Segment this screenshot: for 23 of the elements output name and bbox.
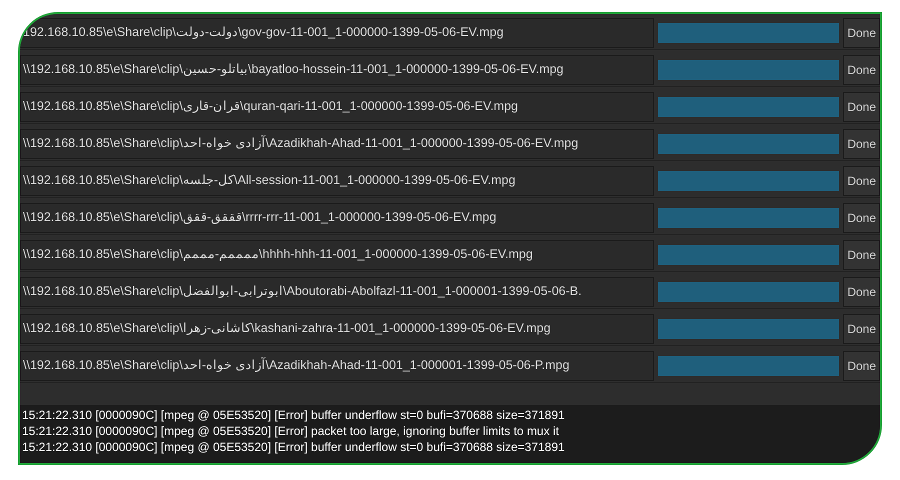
file-path-field[interactable]: \\192.168.10.85\e\Share\clip\ممممم-مممم\hhhh-hhh-11-001_1-000000-1399-05-06-EV.mpg [20,240,654,270]
log-line: 15:21:22.310 [0000090C] [mpeg @ 05E53520] [Error] packet too large, ignoring buffer limits to mux it [22,423,560,439]
log-line: 15:21:22.310 [0000090C] [mpeg @ 05E53520] [Error] buffer underflow st=0 bufi=370688 size=371891 [22,407,566,423]
done-button[interactable]: Done [843,350,880,380]
file-path-field[interactable]: \\192.168.10.85\e\Share\clip\کاشانی-زهرا\kashani-zahra-11-001_1-000000-1399-05-06-EV.mpg [20,314,654,344]
log-line: 15:21:22.310 [0000090C] [mpeg @ 05E53520] [Error] buffer underflow st=0 bufi=370688 size=371891 [22,439,566,455]
done-button[interactable]: Done [843,166,880,196]
file-path-field[interactable]: \\192.168.10.85\e\Share\clip\کل-جلسه\All-session-11-001_1-000000-1399-05-06-EV.mpg [20,166,654,196]
file-path-field[interactable]: \\192.168.10.85\e\Share\clip\آزادی خواه-احد\Azadikhah-Ahad-11-001_1-000000-1399-05-06-EV.mpg [20,128,654,158]
file-path-field[interactable]: \\192.168.10.85\e\Share\clip\ابوترابی-ابوالفضل\Aboutorabi-Abolfazl-11-001_1-000001-1399-05-06-B. [20,276,654,306]
done-button[interactable]: Done [843,18,880,48]
done-button[interactable]: Done [843,202,880,232]
done-button[interactable]: Done [843,276,880,306]
done-button[interactable]: Done [843,314,880,344]
file-path-field[interactable]: \\192.168.10.85\e\Share\clip\بیاتلو-حسین\bayatloo-hossein-11-001_1-000000-1399-05-06-EV.mpg [20,54,654,84]
done-button[interactable]: Done [843,54,880,84]
file-path-field[interactable]: \\192.168.10.85\e\Share\clip\آزادی خواه-احد\Azadikhah-Ahad-11-001_1-000001-1399-05-06-P.mpg [20,350,654,380]
done-button[interactable]: Done [843,92,880,122]
file-path-field[interactable]: \\192.168.10.85\e\Share\clip\قققق-ققق\rrrr-rrr-11-001_1-000000-1399-05-06-EV.mpg [20,202,654,232]
file-path-field[interactable]: \\192.168.10.85\e\Share\clip\قران-قاری\quran-qari-11-001_1-000000-1399-05-06-EV.mpg [20,92,654,122]
file-path-field[interactable]: 192.168.10.85\e\Share\clip\دولت-دولت\gov-gov-11-001_1-000000-1399-05-06-EV.mpg [20,18,654,48]
done-button[interactable]: Done [843,128,880,158]
done-button[interactable]: Done [843,240,880,270]
